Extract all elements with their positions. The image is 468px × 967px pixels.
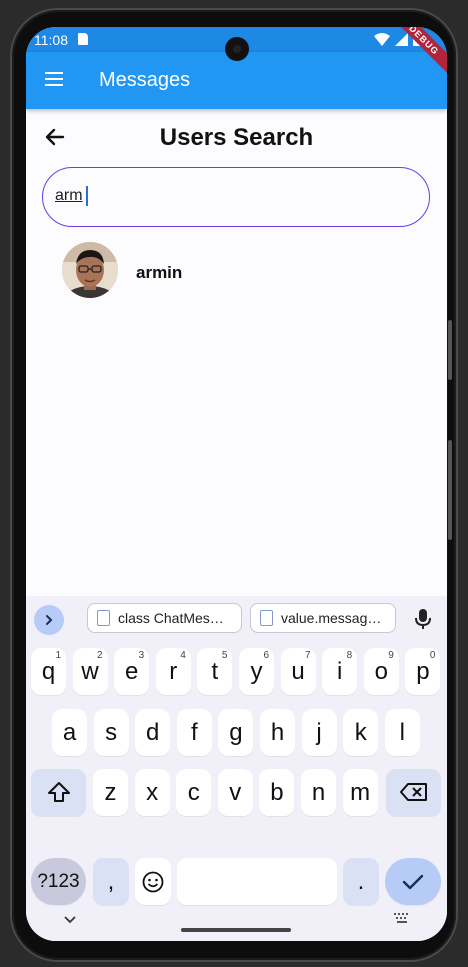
key-m[interactable]: m <box>342 769 378 816</box>
key-f[interactable]: f <box>176 709 212 756</box>
key-z[interactable]: z <box>93 769 128 816</box>
keyboard-switch-icon[interactable] <box>393 912 411 924</box>
shift-icon <box>47 782 70 802</box>
sd-card-icon <box>78 33 88 45</box>
key-s[interactable]: s <box>93 709 129 756</box>
key-u[interactable]: u7 <box>280 648 316 695</box>
period-key[interactable]: . <box>343 858 379 905</box>
key-v[interactable]: v <box>217 769 253 816</box>
key-label: o <box>374 658 388 685</box>
key-label: q <box>41 658 56 685</box>
user-result-item[interactable]: armin <box>62 242 422 302</box>
clipboard-link-icon <box>260 610 273 626</box>
key-t[interactable]: t5 <box>197 648 233 695</box>
key-e[interactable]: e3 <box>114 648 150 695</box>
key-n[interactable]: n <box>301 769 336 816</box>
hide-keyboard-icon[interactable] <box>64 916 76 924</box>
comma-key[interactable]: , <box>93 858 129 905</box>
key-hint: 0 <box>429 650 436 661</box>
menu-icon[interactable] <box>45 72 63 86</box>
app-bar-title: Messages <box>99 69 191 91</box>
key-label: r <box>169 658 178 685</box>
home-indicator[interactable] <box>181 928 291 932</box>
backspace-key[interactable] <box>386 769 441 816</box>
key-p[interactable]: p0 <box>405 648 441 695</box>
power-button <box>448 320 452 380</box>
key-label: w <box>81 658 99 685</box>
key-hint: 1 <box>55 650 61 661</box>
key-hint: 3 <box>138 650 145 661</box>
key-label: e <box>125 658 139 685</box>
clipboard-text-2: value.messag… <box>281 610 382 626</box>
status-time: 11:08 <box>34 32 68 48</box>
wifi-icon <box>374 32 390 46</box>
phone-screen: 11:08 DEBUG Messages Users Search arm ar… <box>26 27 447 941</box>
key-o[interactable]: o9 <box>363 648 399 695</box>
key-w[interactable]: w2 <box>72 648 108 695</box>
key-q[interactable]: q1 <box>31 648 66 695</box>
clipboard-chip-1[interactable]: class ChatMes… <box>87 603 242 633</box>
search-input[interactable]: arm <box>42 167 430 227</box>
key-b[interactable]: b <box>259 769 295 816</box>
key-hint: 6 <box>263 650 269 661</box>
key-hint: 2 <box>97 650 103 661</box>
search-input-value: arm <box>55 187 83 204</box>
backspace-icon <box>399 783 427 801</box>
user-name: armin <box>136 263 183 282</box>
page-title: Users Search <box>159 124 314 151</box>
key-hint: 5 <box>221 650 228 661</box>
key-hint: 8 <box>346 650 353 661</box>
clipboard-chip-2[interactable]: value.messag… <box>250 603 396 633</box>
clipboard-icon <box>97 610 110 626</box>
key-a[interactable]: a <box>52 709 87 756</box>
key-hint: 9 <box>388 650 394 661</box>
key-y[interactable]: y6 <box>239 648 274 695</box>
microphone-icon[interactable] <box>414 608 432 630</box>
symbols-key[interactable]: ?123 <box>31 858 86 905</box>
soft-keyboard: class ChatMes… value.messag… q1w2e3r4t5y… <box>26 596 447 941</box>
front-camera <box>225 37 249 61</box>
chevron-right-icon <box>46 615 53 625</box>
key-label: t <box>211 658 219 685</box>
shift-key[interactable] <box>31 769 86 816</box>
emoji-icon <box>142 871 164 893</box>
volume-button <box>448 440 452 540</box>
key-hint: 7 <box>305 650 311 661</box>
key-hint: 4 <box>180 650 186 661</box>
signal-icon <box>395 32 408 46</box>
key-h[interactable]: h <box>260 709 295 756</box>
key-j[interactable]: j <box>301 709 337 756</box>
enter-key[interactable] <box>385 858 441 905</box>
key-l[interactable]: l <box>384 709 420 756</box>
key-label: p <box>416 658 430 685</box>
suggestion-bar: class ChatMes… value.messag… <box>26 596 447 642</box>
key-x[interactable]: x <box>134 769 170 816</box>
expand-toolbar-button[interactable] <box>34 605 64 635</box>
key-k[interactable]: k <box>343 709 379 756</box>
key-c[interactable]: c <box>176 769 212 816</box>
user-avatar <box>62 242 118 298</box>
key-i[interactable]: i8 <box>322 648 358 695</box>
checkmark-icon <box>402 874 424 890</box>
key-label: i <box>337 658 343 685</box>
text-cursor <box>86 186 88 206</box>
clipboard-text-1: class ChatMes… <box>118 610 224 626</box>
key-label: y <box>250 658 263 685</box>
key-r[interactable]: r4 <box>155 648 191 695</box>
key-g[interactable]: g <box>218 709 254 756</box>
emoji-key[interactable] <box>135 858 171 905</box>
space-key[interactable] <box>177 858 337 905</box>
key-d[interactable]: d <box>135 709 171 756</box>
key-label: u <box>291 658 305 685</box>
